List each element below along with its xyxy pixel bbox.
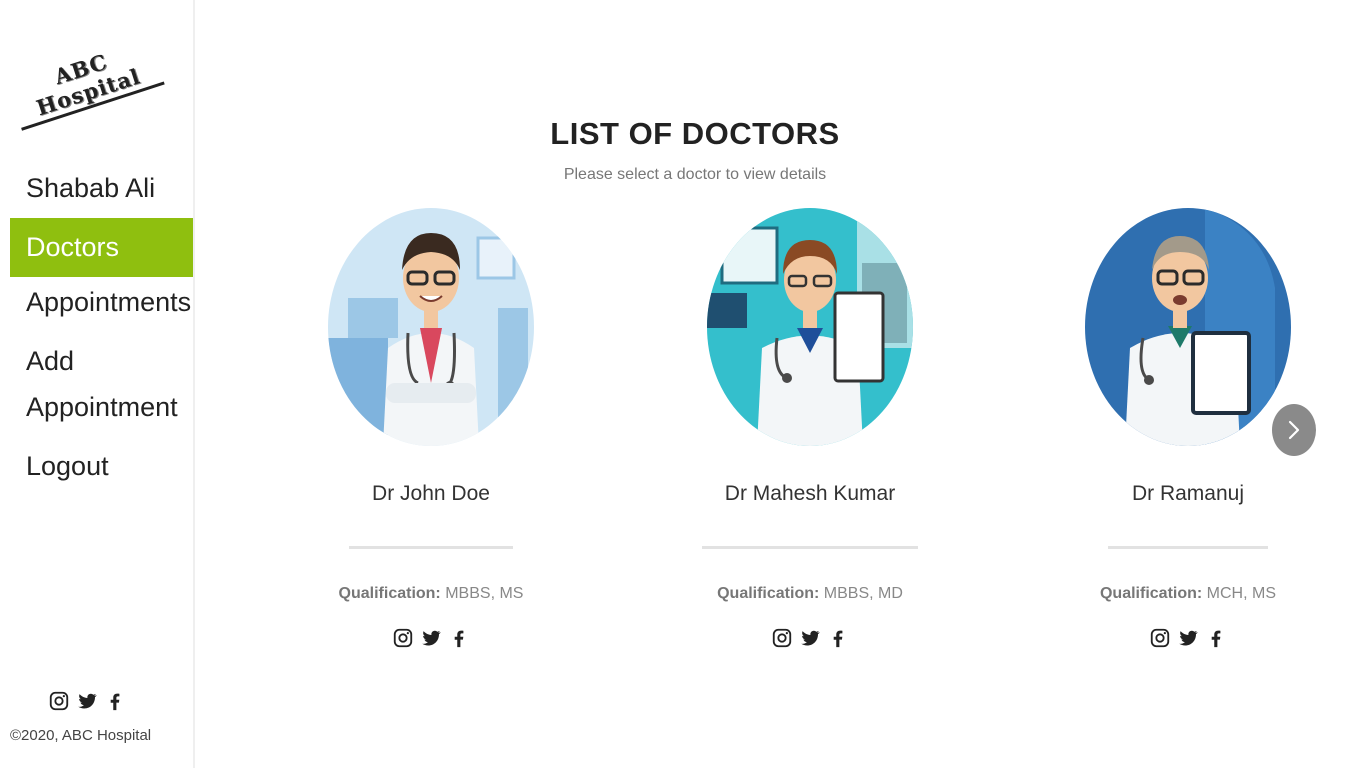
card-divider xyxy=(349,546,513,549)
qualification-value: MBBS, MD xyxy=(823,585,903,602)
main-content: LIST OF DOCTORS Please select a doctor t… xyxy=(195,0,1366,768)
doctor-name: Dr Ramanuj xyxy=(1131,482,1245,505)
sidebar-item-add-appointment[interactable]: Add Appointment xyxy=(10,338,196,430)
qualification-label: Qualification: xyxy=(338,585,441,602)
sidebar-item-logout[interactable]: Logout xyxy=(10,443,193,489)
sidebar-nav: Shabab Ali Doctors Appointments Add Appo… xyxy=(10,160,193,502)
card-divider xyxy=(702,546,918,549)
twitter-icon[interactable] xyxy=(420,627,442,649)
instagram-icon[interactable] xyxy=(392,627,414,649)
doctor-card[interactable]: Dr Mahesh Kumar Qualification: MBBS, MD xyxy=(660,208,960,649)
qualification-label: Qualification: xyxy=(717,585,820,602)
hospital-logo[interactable]: ABC Hospital xyxy=(5,34,165,131)
page-title: LIST OF DOCTORS xyxy=(550,116,840,151)
doctor-social-links xyxy=(660,627,960,649)
doctor-social-links xyxy=(281,627,581,649)
instagram-icon[interactable] xyxy=(771,627,793,649)
sidebar-social-links xyxy=(48,690,126,712)
twitter-icon[interactable] xyxy=(76,690,98,712)
facebook-icon[interactable] xyxy=(104,690,126,712)
qualification-label: Qualification: xyxy=(1099,585,1203,602)
doctor-qualification: Qualification: MBBS, MS xyxy=(281,585,581,603)
card-divider xyxy=(1108,546,1268,549)
doctor-card[interactable]: Dr John Doe Qualification: MBBS, MS xyxy=(281,208,581,649)
page-subtitle: Please select a doctor to view details xyxy=(563,166,827,183)
facebook-icon[interactable] xyxy=(1205,627,1227,649)
doctor-name: Dr John Doe xyxy=(372,482,490,505)
doctor-name: Dr Mahesh Kumar xyxy=(724,482,896,505)
doctor-avatar[interactable] xyxy=(328,208,534,446)
sidebar-item-doctors[interactable]: Doctors xyxy=(10,218,193,277)
sidebar-item-profile[interactable]: Shabab Ali xyxy=(10,165,193,211)
facebook-icon[interactable] xyxy=(827,627,849,649)
doctor-qualification: Qualification: MCH, MS xyxy=(1038,585,1338,603)
qualification-value: MCH, MS xyxy=(1206,585,1276,602)
twitter-icon[interactable] xyxy=(1177,627,1199,649)
twitter-icon[interactable] xyxy=(799,627,821,649)
sidebar-item-appointments[interactable]: Appointments xyxy=(10,279,193,325)
copyright-text: ©2020, ABC Hospital xyxy=(10,727,152,744)
doctor-avatar[interactable] xyxy=(707,208,913,446)
chevron-right-icon xyxy=(1288,420,1300,440)
facebook-icon[interactable] xyxy=(448,627,470,649)
doctor-qualification: Qualification: MBBS, MD xyxy=(660,585,960,603)
sidebar: ABC Hospital Shabab Ali Doctors Appointm… xyxy=(0,0,195,768)
qualification-value: MBBS, MS xyxy=(445,585,524,602)
doctor-avatar[interactable] xyxy=(1085,208,1291,446)
instagram-icon[interactable] xyxy=(1149,627,1171,649)
instagram-icon[interactable] xyxy=(48,690,70,712)
doctor-social-links xyxy=(1038,627,1338,649)
carousel-next-button[interactable] xyxy=(1272,404,1316,456)
